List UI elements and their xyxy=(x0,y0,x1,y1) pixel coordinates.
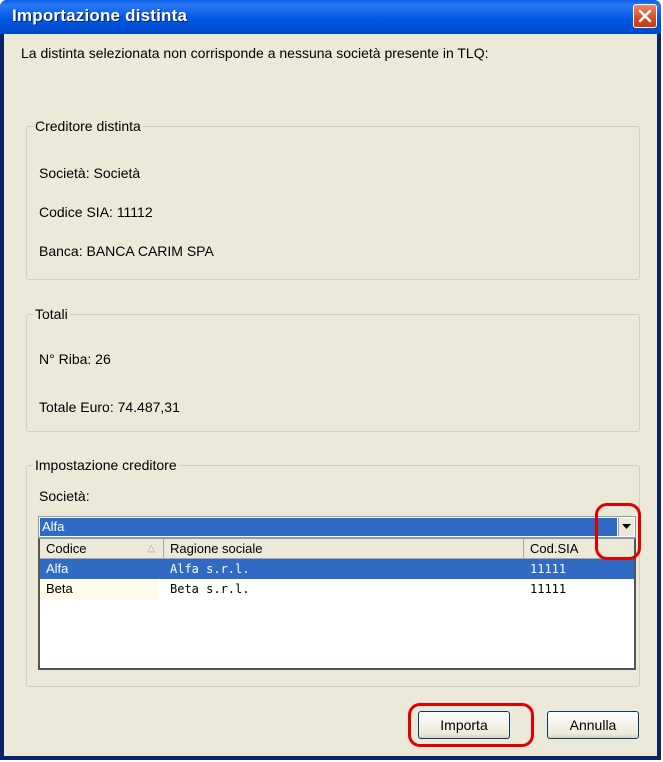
creditore-legend: Creditore distinta xyxy=(35,118,141,134)
column-header-codice[interactable]: Codice △ xyxy=(40,539,164,559)
highlight-importa-button xyxy=(408,703,534,747)
highlight-dropdown-button xyxy=(595,503,641,560)
societa-dropdown-list[interactable]: Codice △ Ragione sociale Cod.SIA Alfa Al… xyxy=(38,538,636,670)
intro-text: La distinta selezionata non corrisponde … xyxy=(21,45,489,61)
close-icon xyxy=(638,9,652,23)
list-row-alfa[interactable]: Alfa Alfa s.r.l. 11111 xyxy=(40,559,634,579)
window-title: Importazione distinta xyxy=(12,6,188,25)
societa-combobox[interactable]: Alfa xyxy=(38,516,636,538)
annulla-button[interactable]: Annulla xyxy=(547,711,639,739)
column-header-ragione-sociale[interactable]: Ragione sociale xyxy=(164,539,524,559)
row-codice: Alfa xyxy=(46,561,69,576)
combo-selected-value: Alfa xyxy=(40,518,617,536)
close-button[interactable] xyxy=(633,4,657,28)
totali-totale-euro: Totale Euro: 74.487,31 xyxy=(39,399,180,415)
societa-label: Società: xyxy=(39,488,90,504)
row-ragione-sociale: Alfa s.r.l. xyxy=(170,562,250,576)
column-header-ragione-label: Ragione sociale xyxy=(170,541,263,556)
list-row-beta[interactable]: Beta Beta s.r.l. 11111 xyxy=(40,579,634,599)
creditore-societa: Società: Società xyxy=(39,165,141,181)
totali-n-riba: N° Riba: 26 xyxy=(39,351,111,367)
title-bar[interactable]: Importazione distinta xyxy=(0,0,661,34)
creditore-codice-sia: Codice SIA: 11112 xyxy=(39,204,153,220)
creditore-banca: Banca: BANCA CARIM SPA xyxy=(39,243,214,259)
row-ragione-sociale: Beta s.r.l. xyxy=(170,582,250,596)
row-cod-sia: 11111 xyxy=(530,582,567,596)
impostazione-legend: Impostazione creditore xyxy=(35,457,177,473)
column-header-cod-sia-label: Cod.SIA xyxy=(530,541,579,556)
column-header-codice-label: Codice xyxy=(46,541,87,556)
row-codice: Beta xyxy=(40,579,158,599)
row-cod-sia: 11111 xyxy=(530,562,567,576)
sort-ascending-icon: △ xyxy=(147,543,155,554)
totali-legend: Totali xyxy=(35,306,68,322)
